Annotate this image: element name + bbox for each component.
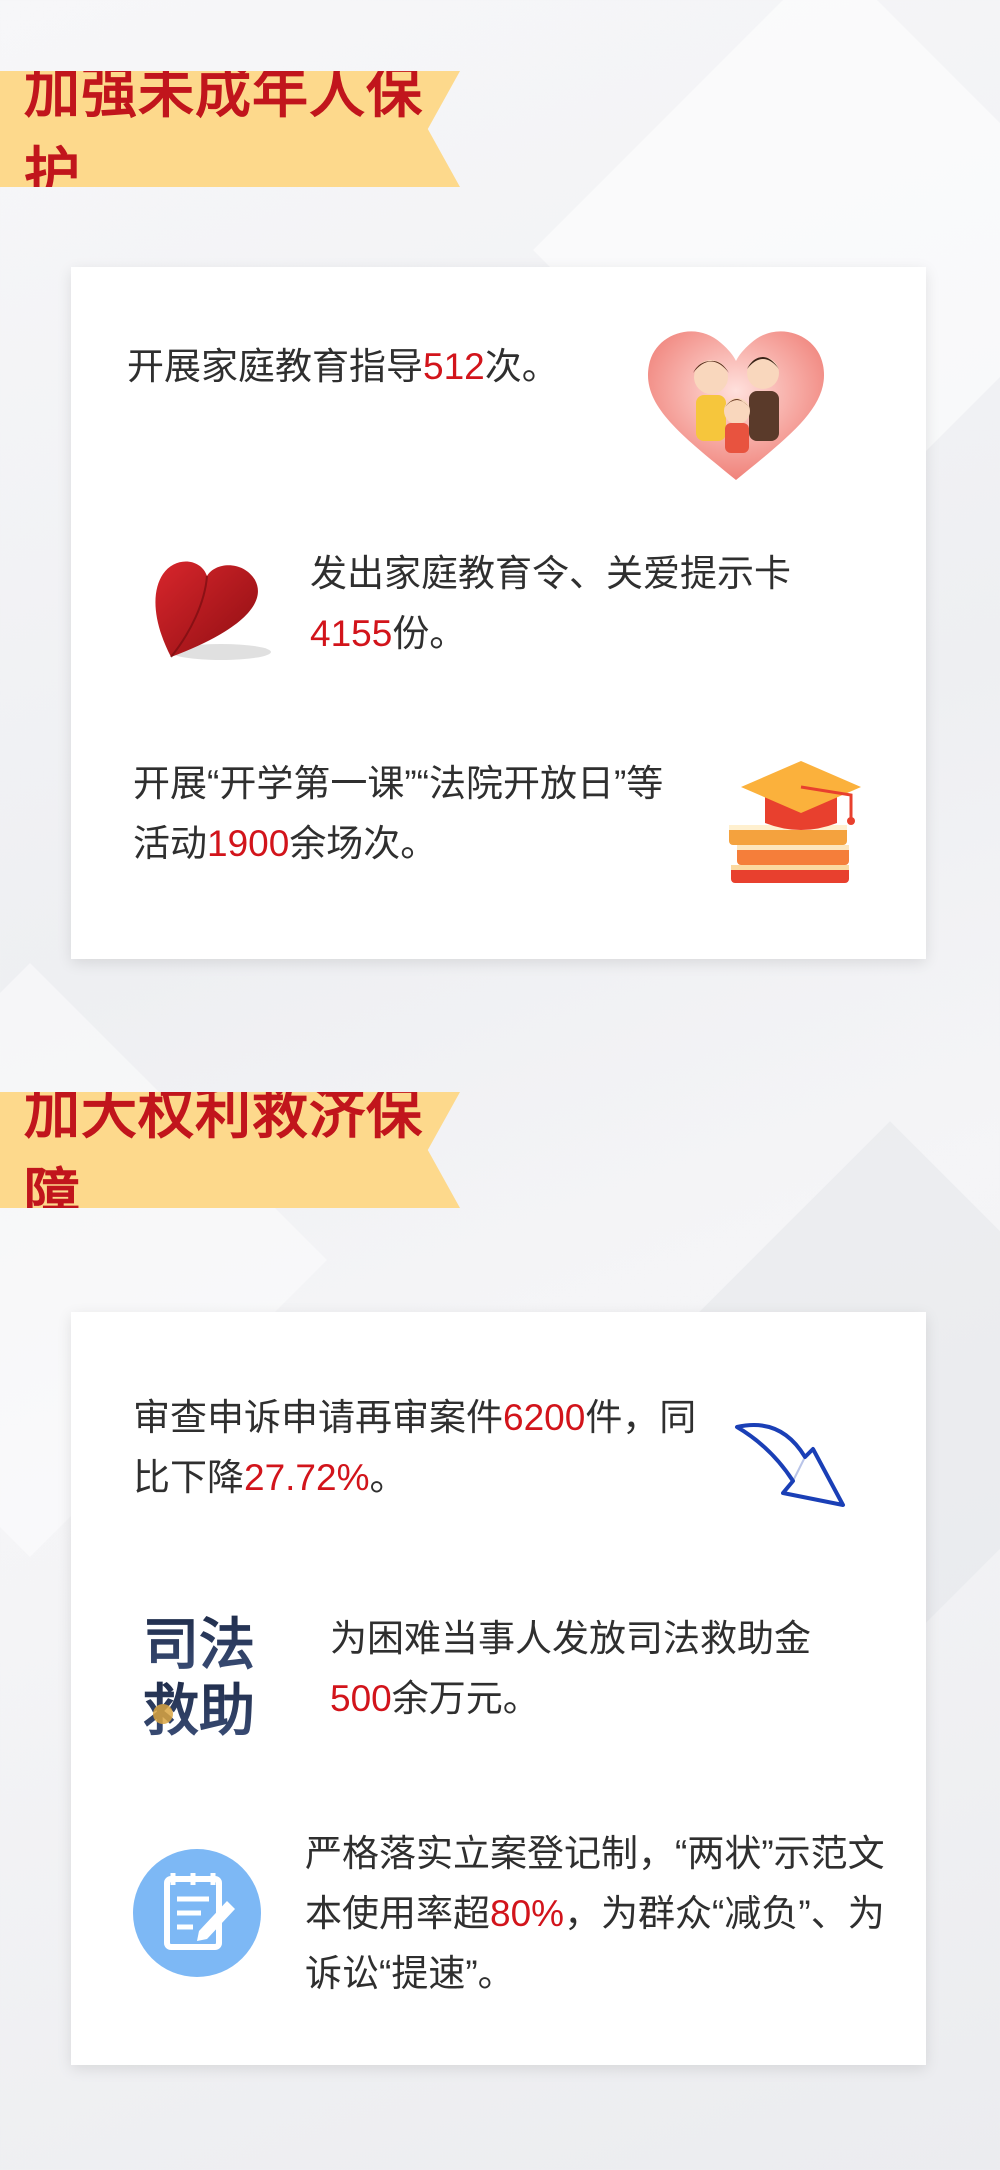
stat-text: 次。 xyxy=(484,346,559,387)
stat-text: 。 xyxy=(369,1457,407,1498)
section-title: 加强未成年人保护 xyxy=(24,60,423,207)
stat-text: 为困难当事人发放司法救助金 xyxy=(330,1618,811,1659)
stat-text: 份。 xyxy=(392,613,467,654)
down-arrow-icon xyxy=(735,1423,845,1507)
stat-number: 80% xyxy=(490,1893,565,1934)
judicial-aid-logo-text: 司法 xyxy=(143,1612,255,1678)
minor-protection-card: 开展家庭教育指导512次。 发出家庭教育令、关爱提示卡 4155份。 开展“开学… xyxy=(71,267,926,959)
stat-number: 6200 xyxy=(503,1397,586,1438)
stat-number: 4155 xyxy=(310,613,393,654)
stat-education-orders: 发出家庭教育令、关爱提示卡 4155份。 xyxy=(310,544,890,664)
section-banner-rights-relief: 加大权利救济保障 xyxy=(0,1092,460,1208)
family-heart-icon xyxy=(647,331,825,480)
red-heart-icon xyxy=(155,561,271,660)
stat-text: 开展家庭教育指导 xyxy=(127,346,423,387)
stat-activities: 开展“开学第一课”“法院开放日”等活动1900余场次。 xyxy=(133,754,693,874)
graduation-books-icon xyxy=(729,761,861,883)
stat-number: 1900 xyxy=(207,823,290,864)
stat-case-registration: 严格落实立案登记制，“两状”示范文本使用率超80%，为群众“减负”、为诉讼“提速… xyxy=(305,1824,895,2004)
section-title: 加大权利救济保障 xyxy=(24,1081,423,1228)
stat-text: 余万元。 xyxy=(391,1678,540,1719)
document-edit-icon xyxy=(133,1849,261,1977)
stat-family-guidance: 开展家庭教育指导512次。 xyxy=(127,337,647,397)
stat-text: 发出家庭教育令、关爱提示卡 xyxy=(310,553,791,594)
rights-relief-card: 审查申诉申请再审案件6200件，同比下降27.72%。 司法 救助 为困难当事人… xyxy=(71,1312,926,2065)
stat-text: 余场次。 xyxy=(289,823,438,864)
stat-retrial-cases: 审查申诉申请再审案件6200件，同比下降27.72%。 xyxy=(133,1388,713,1508)
stat-text: 审查申诉申请再审案件 xyxy=(133,1397,503,1438)
stat-number: 512 xyxy=(423,346,485,387)
stat-number: 500 xyxy=(330,1678,392,1719)
section-banner-minor-protection: 加强未成年人保护 xyxy=(0,71,460,187)
stat-judicial-aid: 为困难当事人发放司法救助金 500余万元。 xyxy=(330,1609,910,1729)
stat-percent: 27.72% xyxy=(244,1457,370,1498)
judicial-aid-icon: 司法 救助 xyxy=(143,1612,255,1742)
